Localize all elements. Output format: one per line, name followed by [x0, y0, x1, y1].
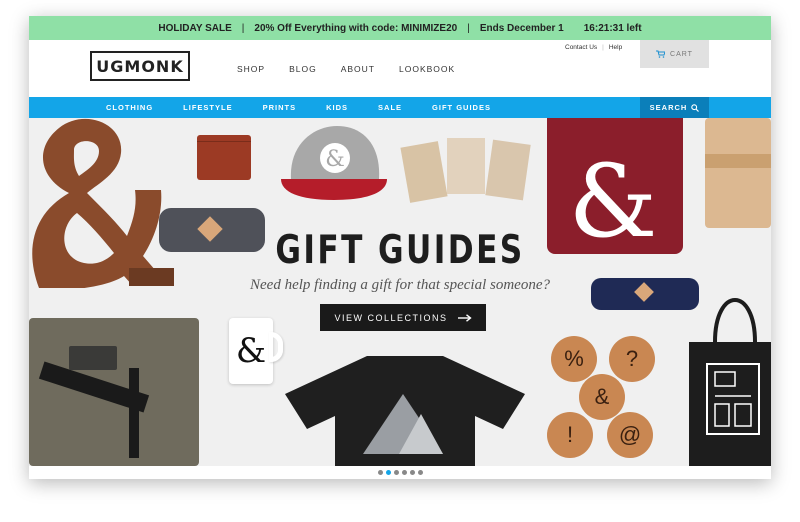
category-kids[interactable]: KIDS [326, 103, 348, 112]
promo-sale: HOLIDAY SALE [158, 22, 232, 34]
postcards-image [400, 136, 531, 211]
coaster-question: ? [609, 336, 655, 382]
main-nav: SHOP BLOG ABOUT LOOKBOOK [237, 64, 455, 74]
cart-button[interactable]: CART [640, 40, 709, 68]
promo-separator: | [241, 22, 245, 34]
coaster-percent: % [551, 336, 597, 382]
arrow-right-icon [457, 313, 472, 322]
nav-lookbook[interactable]: LOOKBOOK [399, 64, 455, 74]
tshirt-image [285, 354, 525, 466]
category-gift-guides[interactable]: GIFT GUIDES [432, 103, 491, 112]
contact-us-link[interactable]: Contact Us [565, 44, 597, 51]
site-header: UGMONK SHOP BLOG ABOUT LOOKBOOK Contact … [29, 40, 771, 97]
promo-separator: | [467, 22, 470, 34]
cart-icon [656, 50, 666, 58]
category-clothing[interactable]: CLOTHING [106, 103, 153, 112]
view-collections-button[interactable]: VIEW COLLECTIONS [320, 304, 486, 331]
category-lifestyle[interactable]: LIFESTYLE [183, 103, 232, 112]
cta-label: VIEW COLLECTIONS [334, 312, 448, 323]
search-label: SEARCH [649, 103, 688, 112]
coaster-ampersand: & [579, 374, 625, 420]
browser-page: HOLIDAY SALE | 20% Off Everything with c… [29, 16, 771, 479]
nav-shop[interactable]: SHOP [237, 64, 265, 74]
hero-tagline: Need help finding a gift for that specia… [250, 277, 550, 293]
category-prints[interactable]: PRINTS [263, 103, 297, 112]
promo-banner: HOLIDAY SALE | 20% Off Everything with c… [29, 16, 771, 40]
carousel-dot[interactable] [377, 470, 383, 475]
utility-divider: | [602, 44, 604, 51]
help-link[interactable]: Help [609, 44, 622, 51]
logo[interactable]: UGMONK [90, 51, 190, 81]
carousel-dot[interactable] [409, 470, 415, 475]
hero-title: GIFT GUIDES [275, 228, 525, 273]
carousel-dot[interactable] [393, 470, 399, 475]
wallet-image [197, 135, 251, 180]
cap-image: & [279, 124, 389, 202]
cart-label: CART [670, 50, 693, 58]
nav-about[interactable]: ABOUT [341, 64, 375, 74]
tote-bag-image [685, 266, 771, 466]
category-sale[interactable]: SALE [378, 103, 402, 112]
promo-offer: 20% Off Everything with code: MINIMIZE20 [254, 22, 458, 34]
messenger-bag-image [29, 318, 199, 466]
promo-ends: Ends December 1 [479, 22, 564, 34]
carousel-dot[interactable] [385, 470, 391, 475]
hero-banner[interactable]: & & & % ? & ! @ GIFT GUIDES Need help fi… [29, 118, 771, 466]
mug-glyph: & [229, 318, 273, 384]
promo-timer: 16:21:31 left [583, 22, 642, 34]
nav-blog[interactable]: BLOG [289, 64, 317, 74]
coaster-at: @ [607, 412, 653, 458]
carousel-dot[interactable] [401, 470, 407, 475]
notebook-image [705, 118, 771, 228]
carousel-dots [29, 466, 771, 479]
mug-image: & [229, 318, 285, 384]
category-nav: CLOTHING LIFESTYLE PRINTS KIDS SALE GIFT… [29, 97, 771, 118]
coasters-image: % ? & ! @ [543, 334, 663, 464]
search-icon [691, 103, 700, 112]
carousel-dot[interactable] [417, 470, 423, 475]
coaster-exclamation: ! [547, 412, 593, 458]
search-button[interactable]: SEARCH [640, 97, 709, 118]
utility-links: Contact Us | Help [565, 44, 622, 51]
svg-text:&: & [325, 147, 345, 172]
